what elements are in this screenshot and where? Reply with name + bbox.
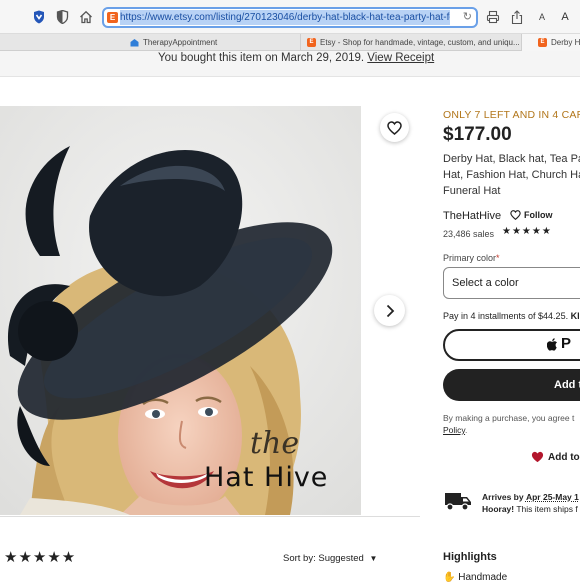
favorite-heart-button[interactable] [380,113,409,142]
print-icon[interactable] [484,8,502,26]
apple-pay-button[interactable]: P [443,329,580,361]
url-text[interactable]: https://www.etsy.com/listing/270123046/d… [120,10,450,25]
heart-outline-icon [510,210,521,220]
reload-icon[interactable]: ↻ [463,10,472,23]
add-to-cart-button[interactable]: Add t [443,369,580,401]
follow-shop-button[interactable]: Follow [510,210,553,220]
shop-name-link[interactable]: TheHatHive [443,210,501,222]
heart-outline-icon [387,120,402,135]
primary-color-select[interactable]: Select a color [443,267,580,299]
hooray-text: This item ships f [516,504,578,514]
legal-text: By making a purchase, you agree t [443,413,575,423]
apple-logo-icon [547,338,557,351]
next-image-button[interactable] [374,295,405,326]
product-image[interactable]: the Hat Hive [0,106,361,515]
add-to-collection-button[interactable]: Add to [531,451,580,463]
caret-down-icon: ▼ [369,554,378,563]
privacy-shield-icon[interactable] [53,8,71,26]
watermark-line-1: the [250,426,300,461]
tab-label: TherapyAppointment [143,38,218,47]
product-title: Derby Hat, Black hat, Tea Party Hat, Fas… [443,153,580,197]
tab-strip: TherapyAppointment E Etsy - Shop for han… [0,34,580,51]
watermark-line-2: Hat Hive [204,462,329,493]
price: $177.00 [443,124,512,145]
arrives-dates[interactable]: Apr 25-May 1 [526,492,579,502]
tab-derby-hat[interactable]: E Derby H [521,34,580,51]
legal-period: . [465,425,468,435]
review-rating-stars: ★★★★★ [4,549,77,566]
required-marker: * [496,253,500,263]
hat-photo-illustration [0,106,361,515]
tab-label: Etsy - Shop for handmade, vintage, custo… [320,38,520,47]
primary-color-label-text: Primary color [443,253,497,263]
purchase-notice-text: You bought this item on March 29, 2019. [158,52,365,64]
share-icon[interactable] [508,8,526,26]
text-larger-button[interactable]: A [556,8,574,26]
apple-pay-label: P [561,335,572,352]
stock-notice: ONLY 7 LEFT AND IN 4 CART [443,109,580,121]
delivery-truck-icon [445,493,471,511]
arrives-prefix: Arrives by [482,492,524,502]
highlights-heading: Highlights [443,551,497,563]
sort-label: Sort by: Suggested [283,553,364,564]
tab-etsy-home[interactable]: E Etsy - Shop for handmade, vintage, cus… [300,34,520,51]
etsy-favicon-icon: E [107,12,118,23]
view-receipt-link[interactable]: View Receipt [367,52,434,64]
extension-shield-icon[interactable] [30,8,48,26]
tab-therapy-appointment[interactable]: TherapyAppointment [130,34,300,51]
heart-filled-icon [531,451,544,463]
delivery-estimate: Arrives by Apr 25-May 1 i Hooray! This i… [482,491,580,515]
installments-text: Pay in 4 installments of $44.25. [443,311,569,321]
purchase-notice-bar: You bought this item on March 29, 2019. … [0,51,580,77]
tab-label: Derby H [551,38,580,47]
hooray-label: Hooray! [482,504,515,514]
add-to-cart-label: Add t [554,379,580,391]
text-smaller-button[interactable]: A [533,8,551,26]
highlight-item-handmade: ✋ Handmade [443,572,507,583]
shop-sales-count: 23,486 sales [443,229,495,239]
follow-label: Follow [524,210,553,220]
hand-icon: ✋ [443,572,456,583]
etsy-favicon-icon: E [538,38,547,47]
chevron-right-icon [386,304,394,317]
address-bar[interactable]: E https://www.etsy.com/listing/270123046… [102,7,478,28]
purchase-legal-text: By making a purchase, you agree t Policy… [443,412,580,436]
installments-notice: Pay in 4 installments of $44.25. Kl [443,311,580,321]
policy-link[interactable]: Policy [443,425,465,435]
sort-dropdown[interactable]: Sort by: Suggested ▼ [283,553,377,564]
shop-rating-stars[interactable]: ★★★★★ [502,226,552,237]
browser-toolbar: E https://www.etsy.com/listing/270123046… [0,0,580,34]
purchase-notice: You bought this item on March 29, 2019. … [158,51,434,65]
therapy-favicon-icon [130,38,139,47]
etsy-favicon-icon: E [307,38,316,47]
klarna-brand: Kl [570,311,580,321]
add-to-collection-label: Add to [548,451,580,463]
highlight-label: Handmade [458,572,508,583]
primary-color-label: Primary color* [443,253,500,263]
section-divider [0,516,420,517]
home-icon[interactable] [77,8,95,26]
